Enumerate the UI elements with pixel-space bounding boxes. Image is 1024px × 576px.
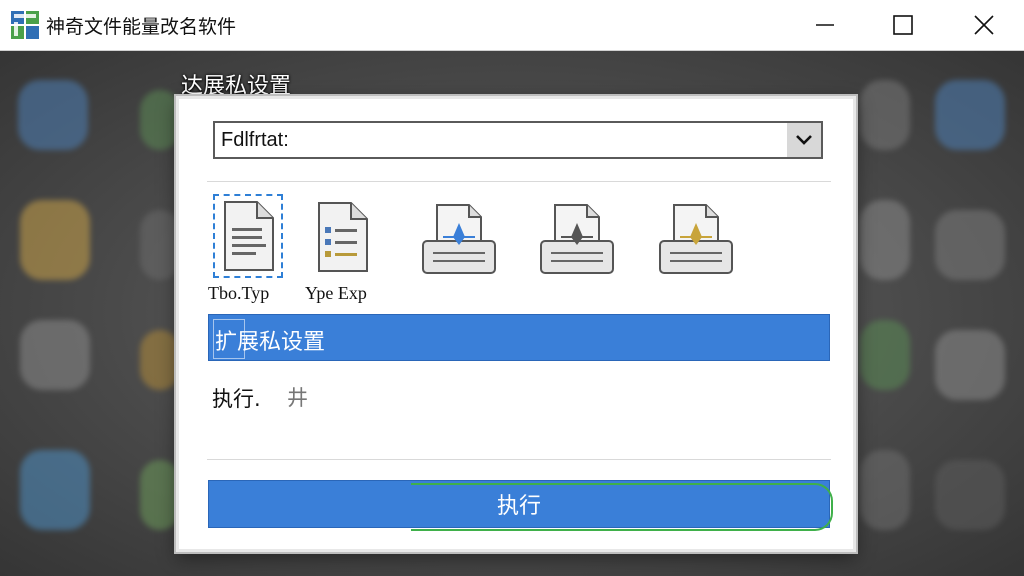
- file-type-tile[interactable]: [535, 201, 619, 279]
- minimize-icon: [816, 24, 834, 26]
- document-list-icon: [318, 202, 368, 272]
- close-icon: [974, 15, 994, 35]
- settings-dialog: Fdlfrtat: Tbo.Typ Ype Exp 扩展私设置 执行. 井 执行: [176, 96, 856, 552]
- printer-gray-icon: [540, 204, 614, 274]
- format-select-value: Fdlfrtat:: [221, 129, 289, 151]
- document-text-icon: [224, 201, 274, 271]
- file-type-tile[interactable]: [654, 201, 738, 279]
- maximize-button[interactable]: [863, 0, 943, 50]
- maximize-icon: [893, 15, 913, 35]
- divider: [207, 459, 831, 460]
- highlighted-item-label: 扩展私设置: [215, 330, 326, 355]
- status-text: 执行.: [212, 387, 261, 411]
- format-select[interactable]: Fdlfrtat:: [213, 121, 823, 159]
- window-title: 神奇文件能量改名软件: [46, 16, 237, 38]
- divider: [207, 181, 831, 182]
- file-type-label: Ype Exp: [305, 283, 367, 303]
- title-bar: 神奇文件能量改名软件: [0, 0, 1024, 51]
- minimize-button[interactable]: [785, 0, 865, 50]
- printer-blue-icon: [422, 204, 496, 274]
- execute-button[interactable]: 执行: [208, 480, 830, 528]
- app-logo-icon: [11, 11, 39, 39]
- file-type-tile[interactable]: [309, 199, 375, 277]
- file-type-label: Tbo.Typ: [208, 283, 270, 303]
- close-button[interactable]: [944, 0, 1024, 50]
- printer-gold-icon: [659, 204, 733, 274]
- highlighted-list-item[interactable]: 扩展私设置: [208, 314, 830, 361]
- grid-icon: 井: [287, 386, 308, 410]
- file-type-tile[interactable]: [417, 201, 501, 279]
- dropdown-arrow[interactable]: [787, 123, 821, 157]
- file-type-tile[interactable]: [213, 194, 283, 278]
- chevron-down-icon: [796, 135, 812, 145]
